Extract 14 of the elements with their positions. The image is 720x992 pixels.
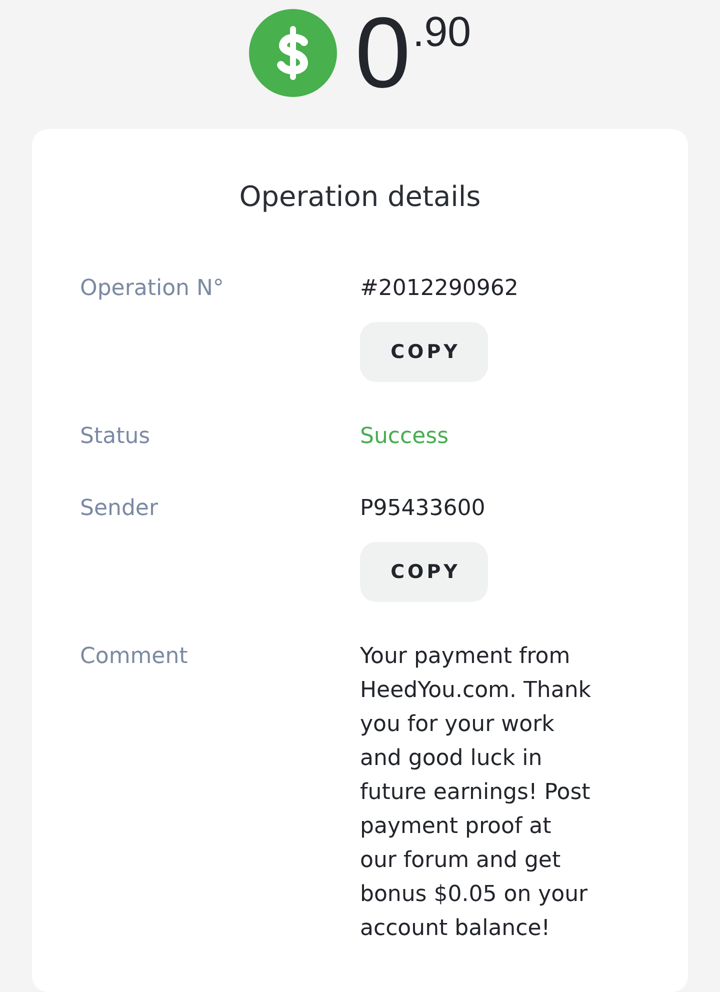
status-value: Success [360,423,449,451]
balance-amount: 0 [354,3,411,103]
detail-value: #2012290962 [360,275,518,303]
card-title: Operation details [238,179,482,215]
copy-button[interactable]: COPY [360,322,488,382]
balance-cents: .90 [412,11,471,53]
copy-button[interactable]: COPY [360,542,488,602]
comment-text: Your payment from HeedYou.com. Thank you for your work and good luck in future earnings! Post payment proof at our forum and get bonus $0.05 on your account balance! [360,643,592,943]
detail-label: Sender [80,495,159,523]
detail-label: Status [80,423,152,451]
detail-label: Operation N° [80,275,225,303]
detail-value: P95433600 [360,495,486,523]
dollar-icon [248,9,337,97]
detail-label: Comment [80,643,189,671]
